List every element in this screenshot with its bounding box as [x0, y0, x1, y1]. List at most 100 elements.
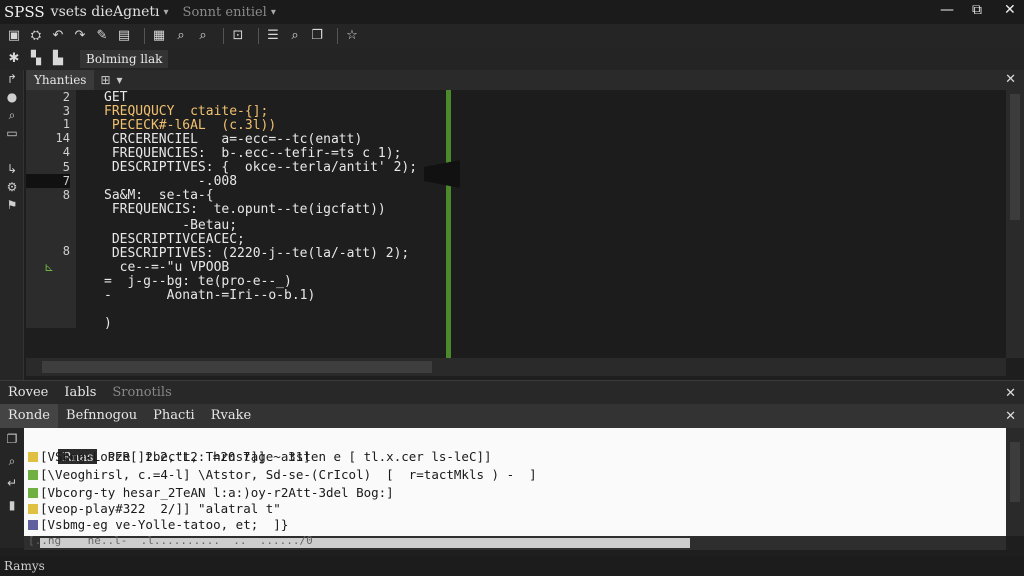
redo-icon[interactable]: ↷	[72, 28, 88, 44]
status-square-icon	[28, 470, 38, 480]
save-icon[interactable]: ⛭	[28, 28, 44, 44]
variables-icon[interactable]: ⊡	[230, 28, 246, 44]
undo-icon[interactable]: ↶	[50, 28, 66, 44]
tab-syntax[interactable]: Yhanties	[26, 70, 95, 90]
chevron-down-icon[interactable]: ▾	[117, 73, 123, 87]
open-icon[interactable]: ▣	[6, 28, 22, 44]
step-icon[interactable]: ↳	[0, 160, 24, 178]
output-vertical-scrollbar[interactable]	[1006, 428, 1024, 536]
search-icon[interactable]: ⌕	[0, 106, 24, 124]
goto-data-icon[interactable]: ▤	[116, 28, 132, 44]
maximize-button[interactable]: ⧉	[972, 2, 982, 18]
copy-icon[interactable]: ❐	[0, 428, 24, 450]
editor-horizontal-scrollbar[interactable]	[26, 358, 1006, 376]
bookmark-icon[interactable]: ⚑	[0, 196, 24, 214]
subtab-ronde[interactable]: Ronde	[0, 404, 59, 428]
code-line: FREQUQUCY ctaite-{];	[104, 104, 269, 119]
status-square-icon	[28, 488, 38, 498]
syntax-editor[interactable]: GET FREQUQUCY ctaite-{]; PECECK#-l6AL (c…	[100, 90, 446, 350]
scroll-thumb[interactable]	[42, 361, 432, 373]
search-icon[interactable]: ⌕	[173, 28, 189, 44]
star-icon[interactable]: ☆	[344, 28, 360, 44]
find-icon[interactable]: ⌕	[195, 28, 211, 44]
panel-subtabs: Ronde Befnnogou Phacti Rvake ✕	[0, 404, 1024, 428]
toolbar-divider	[258, 28, 259, 44]
output-rail: ❐ ⌕ ↵ ▮	[0, 428, 24, 548]
chevron-down-icon[interactable]: ▾	[271, 7, 276, 18]
code-line: FREQUENCIES: b-.ecc--tefir-=ts c 1);	[104, 146, 402, 161]
code-line: PECECK#-l6AL (c.3l))	[104, 118, 277, 133]
toolbar-divider	[144, 28, 145, 44]
project-selector[interactable]: vsets dieAgnetı	[51, 4, 160, 20]
minimize-button[interactable]: —	[940, 2, 954, 18]
code-line: -.008	[104, 174, 238, 189]
code-line: ce--=-"u VPOOB	[104, 260, 230, 275]
clear-icon[interactable]: ▮	[0, 494, 24, 516]
wrap-icon[interactable]: ↵	[0, 472, 24, 494]
line-number: 14	[55, 131, 70, 145]
line-number-gutter: 2 3 1 14 4 5 7 8 8 ⊾	[26, 90, 76, 328]
scroll-thumb[interactable]	[1010, 442, 1020, 502]
status-square-icon	[28, 504, 38, 514]
close-panel-icon[interactable]: ✕	[1005, 386, 1016, 401]
code-line: = j-g--bg: te(pro-e--_)	[104, 274, 292, 289]
output-row: [VSbmg-Losze 2bec"t, Thrnstage~atsten e …	[28, 448, 492, 466]
window-icon[interactable]: ▭	[0, 124, 24, 142]
editor-vertical-scrollbar[interactable]	[1006, 90, 1024, 358]
toolbar-divider	[337, 28, 338, 44]
search-icon[interactable]: ⌕	[0, 450, 24, 472]
line-number: 1	[62, 117, 70, 131]
list-icon[interactable]: ☰	[265, 28, 281, 44]
scroll-thumb[interactable]	[1010, 94, 1020, 220]
editor-blank-area[interactable]	[451, 90, 1006, 358]
chevron-down-icon[interactable]: ▾	[164, 7, 169, 18]
grid-icon[interactable]: ▦	[151, 28, 167, 44]
blank-icon	[0, 142, 24, 160]
settings-icon[interactable]: ⚙	[0, 178, 24, 196]
tab-labels[interactable]: Iabls	[56, 381, 104, 405]
copy-icon[interactable]: ❐	[309, 28, 325, 44]
close-subpanel-icon[interactable]: ✕	[1005, 409, 1016, 424]
code-line: DESCRIPTIVES: { okce--terla/antit' 2);	[104, 160, 418, 175]
pin-icon[interactable]: ✱	[6, 51, 22, 67]
close-button[interactable]: ✕	[1004, 2, 1016, 18]
app-name: SPSS	[4, 3, 45, 21]
subtab-befnnogou[interactable]: Befnnogou	[58, 404, 145, 428]
title-bar: SPSS vsets dieAgnetı ▾ Sonnt enitiel ▾ —…	[0, 0, 1024, 24]
document-icon[interactable]: ▚	[28, 51, 44, 67]
close-tab-icon[interactable]: ✕	[1005, 72, 1016, 87]
syntax-file-icon[interactable]: ⊞	[100, 73, 110, 87]
output-horizontal-scrollbar[interactable]: [..ng ne..l- .l.......... .. ....../0	[24, 534, 1006, 550]
panel-tabs: Rovee Iabls Sronotils ✕	[0, 380, 1024, 404]
line-number-current: 7	[26, 174, 70, 188]
tab-rovee[interactable]: Rovee	[0, 381, 56, 405]
subtab-rvake[interactable]: Rvake	[203, 404, 259, 428]
left-rail: ↱ ● ⌕ ▭ ↳ ⚙ ⚑	[0, 70, 24, 380]
zoom-icon[interactable]: ⌕	[287, 28, 303, 44]
toolbar-label[interactable]: Bolming llak	[80, 50, 169, 68]
code-line: DESCRIPTIVES: (2220-j--te(la/-att) 2);	[104, 246, 410, 261]
mode-selector[interactable]: Sonnt enitiel	[183, 5, 267, 20]
fold-marker-icon[interactable]: ⊾	[44, 260, 54, 274]
output-row: [\Veoghirsl, c.=4-l] \Atstor, Sd-se-(CrI…	[28, 466, 537, 484]
line-number: 8	[62, 244, 70, 258]
status-square-icon	[28, 520, 38, 530]
subtab-phacti[interactable]: Phacti	[145, 404, 203, 428]
line-number: 4	[62, 145, 70, 159]
toolbar-divider	[223, 28, 224, 44]
output-log[interactable]: Rnas PER[]t.2,tL2: =20 7]] 31] [VSbmg-Los…	[24, 428, 1006, 536]
status-square-icon	[28, 452, 38, 462]
code-line: FREQUENCIS: te.opunt--te(igcfatt))	[104, 202, 386, 217]
info-icon[interactable]: ●	[0, 88, 24, 106]
code-line: DESCRIPTIVCEACEC;	[104, 232, 245, 247]
edit-icon[interactable]: ✎	[94, 28, 110, 44]
main-toolbar: ▣ ⛭ ↶ ↷ ✎ ▤ ▦ ⌕ ⌕ ⊡ ☰ ⌕ ❐ ☆	[0, 24, 1024, 48]
tab-snorotils[interactable]: Sronotils	[104, 381, 179, 405]
status-bar: Ramys	[0, 556, 1024, 576]
layers-icon[interactable]: ▙	[50, 51, 66, 67]
code-line: GET	[104, 90, 128, 105]
output-header-row: Rnas PER[]t.2,tL2: =20 7]] 31]	[28, 430, 311, 464]
line-number: 3	[62, 104, 70, 118]
arrow-icon[interactable]: ↱	[0, 70, 24, 88]
code-line: Sa&M: se-ta-{	[104, 188, 214, 203]
